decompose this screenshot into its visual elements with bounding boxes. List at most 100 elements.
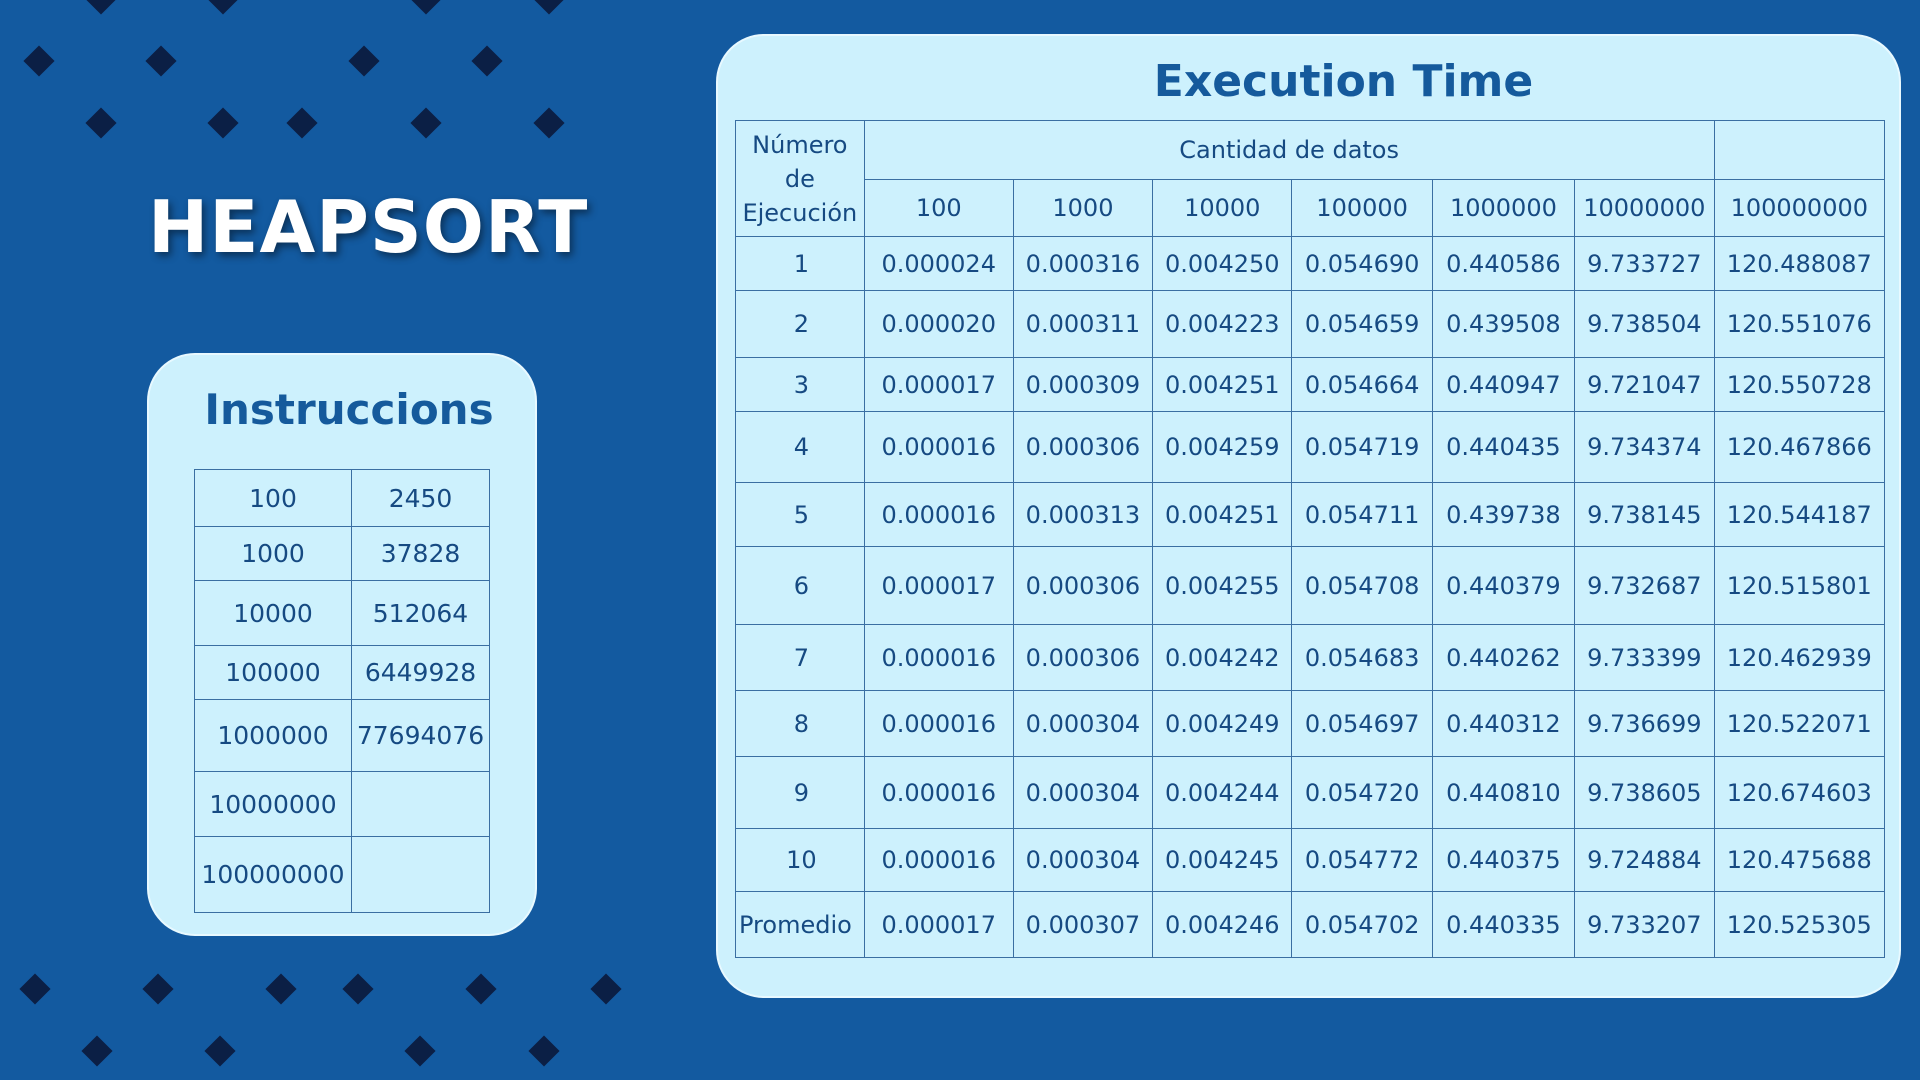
table-row: 1000 37828 — [194, 526, 490, 581]
execution-number-cell: 5 — [735, 482, 865, 547]
time-cell: 120.522071 — [1713, 690, 1886, 757]
instructions-table: 100 2450 1000 37828 10000 512064 100000 6449928… — [194, 469, 490, 913]
time-cell: 0.440375 — [1431, 828, 1576, 892]
time-cell: 9.733207 — [1574, 891, 1715, 958]
time-cell: 0.000016 — [863, 828, 1014, 892]
time-cell: 0.000016 — [863, 690, 1014, 757]
time-cell: 0.000304 — [1012, 756, 1154, 829]
instructions-count-cell: 37828 — [351, 526, 490, 581]
execution-number-cell: 4 — [735, 411, 865, 483]
time-cell: 0.000306 — [1012, 624, 1154, 691]
instructions-size-cell: 10000000 — [194, 771, 352, 837]
table-row: 100000000 — [194, 836, 490, 913]
execution-time-table: Número de Ejecución Cantidad de datos 10… — [735, 120, 1886, 958]
time-cell: 0.054708 — [1291, 546, 1433, 625]
time-cell: 9.736699 — [1574, 690, 1715, 757]
group-header-blank — [1713, 120, 1886, 180]
execution-number-cell: 1 — [735, 236, 865, 291]
time-cell: 0.439738 — [1431, 482, 1576, 547]
time-cell: 9.738145 — [1574, 482, 1715, 547]
instructions-size-cell: 100 — [194, 469, 352, 527]
time-cell: 0.000306 — [1012, 411, 1154, 483]
instructions-count-cell: 6449928 — [351, 645, 490, 700]
time-cell: 0.440586 — [1431, 236, 1576, 291]
time-cell: 9.721047 — [1574, 357, 1715, 412]
time-cell: 0.000311 — [1012, 290, 1154, 358]
time-cell: 0.004249 — [1152, 690, 1293, 757]
instructions-size-cell: 100000000 — [194, 836, 352, 913]
time-cell: 0.000020 — [863, 290, 1014, 358]
time-cell: 120.467866 — [1713, 411, 1886, 483]
time-cell: 9.733727 — [1574, 236, 1715, 291]
page-title: HEAPSORT — [148, 185, 589, 269]
time-cell: 0.000016 — [863, 624, 1014, 691]
table-row: 10000 512064 — [194, 580, 490, 646]
table-row: 5 0.000016 0.000313 0.004251 0.054711 0.43973… — [735, 482, 1886, 547]
time-cell: 0.000313 — [1012, 482, 1154, 547]
instructions-count-cell: 2450 — [351, 469, 490, 527]
time-cell: 0.000307 — [1012, 891, 1154, 958]
time-cell: 120.550728 — [1713, 357, 1886, 412]
time-cell: 120.674603 — [1713, 756, 1886, 829]
table-row: 7 0.000016 0.000306 0.004242 0.054683 0.44026… — [735, 624, 1886, 691]
time-cell: 0.000016 — [863, 756, 1014, 829]
execution-number-cell: 9 — [735, 756, 865, 829]
instructions-count-cell: 512064 — [351, 580, 490, 646]
time-cell: 0.004251 — [1152, 357, 1293, 412]
instructions-size-cell: 1000 — [194, 526, 352, 581]
time-cell: 0.004259 — [1152, 411, 1293, 483]
time-cell: 0.004255 — [1152, 546, 1293, 625]
time-cell: 120.551076 — [1713, 290, 1886, 358]
instructions-title: Instruccions — [204, 385, 494, 434]
instructions-size-cell: 10000 — [194, 580, 352, 646]
time-cell: 120.462939 — [1713, 624, 1886, 691]
execution-number-cell: Promedio — [735, 891, 865, 958]
table-row: 1 0.000024 0.000316 0.004250 0.054690 0.44058… — [735, 236, 1886, 291]
time-cell: 0.054697 — [1291, 690, 1433, 757]
table-row: 100 2450 — [194, 469, 490, 527]
time-cell: 0.440312 — [1431, 690, 1576, 757]
time-cell: 0.000017 — [863, 891, 1014, 958]
time-cell: 0.000304 — [1012, 828, 1154, 892]
time-cell: 0.004223 — [1152, 290, 1293, 358]
table-row: 9 0.000016 0.000304 0.004244 0.054720 0.44081… — [735, 756, 1886, 829]
execution-number-cell: 2 — [735, 290, 865, 358]
time-cell: 0.054702 — [1291, 891, 1433, 958]
table-row: 1000000 77694076 — [194, 699, 490, 772]
column-header: 1000000 — [1431, 179, 1576, 237]
instructions-count-cell — [351, 836, 490, 913]
time-cell: 0.004251 — [1152, 482, 1293, 547]
table-row: 8 0.000016 0.000304 0.004249 0.054697 0.44031… — [735, 690, 1886, 757]
time-cell: 0.000017 — [863, 357, 1014, 412]
execution-number-cell: 3 — [735, 357, 865, 412]
time-cell: 0.440335 — [1431, 891, 1576, 958]
execution-number-cell: 10 — [735, 828, 865, 892]
time-cell: 0.000024 — [863, 236, 1014, 291]
instructions-count-cell: 77694076 — [351, 699, 490, 772]
instructions-size-cell: 1000000 — [194, 699, 352, 772]
column-header: 1000 — [1012, 179, 1154, 237]
time-cell: 0.054659 — [1291, 290, 1433, 358]
table-row: 10 0.000016 0.000304 0.004245 0.054772 0.4403… — [735, 828, 1886, 892]
time-cell: 0.000016 — [863, 482, 1014, 547]
time-cell: 120.488087 — [1713, 236, 1886, 291]
instructions-count-cell — [351, 771, 490, 837]
time-cell: 120.475688 — [1713, 828, 1886, 892]
time-cell: 120.515801 — [1713, 546, 1886, 625]
time-cell: 9.738504 — [1574, 290, 1715, 358]
execution-time-card: Execution Time Número de Ejecución Canti… — [716, 34, 1901, 998]
time-cell: 9.733399 — [1574, 624, 1715, 691]
column-header: 10000 — [1152, 179, 1293, 237]
table-row: 4 0.000016 0.000306 0.004259 0.054719 0.44043… — [735, 411, 1886, 483]
table-row: 2 0.000020 0.000311 0.004223 0.054659 0.43950… — [735, 290, 1886, 358]
table-row: 6 0.000017 0.000306 0.004255 0.054708 0.44037… — [735, 546, 1886, 625]
time-cell: 9.732687 — [1574, 546, 1715, 625]
table-row: 100000 6449928 — [194, 645, 490, 700]
time-cell: 0.004246 — [1152, 891, 1293, 958]
time-cell: 0.054683 — [1291, 624, 1433, 691]
time-cell: 0.440379 — [1431, 546, 1576, 625]
time-cell: 0.440262 — [1431, 624, 1576, 691]
time-cell: 0.004250 — [1152, 236, 1293, 291]
column-header: 100000000 — [1713, 179, 1886, 237]
time-cell: 0.004245 — [1152, 828, 1293, 892]
